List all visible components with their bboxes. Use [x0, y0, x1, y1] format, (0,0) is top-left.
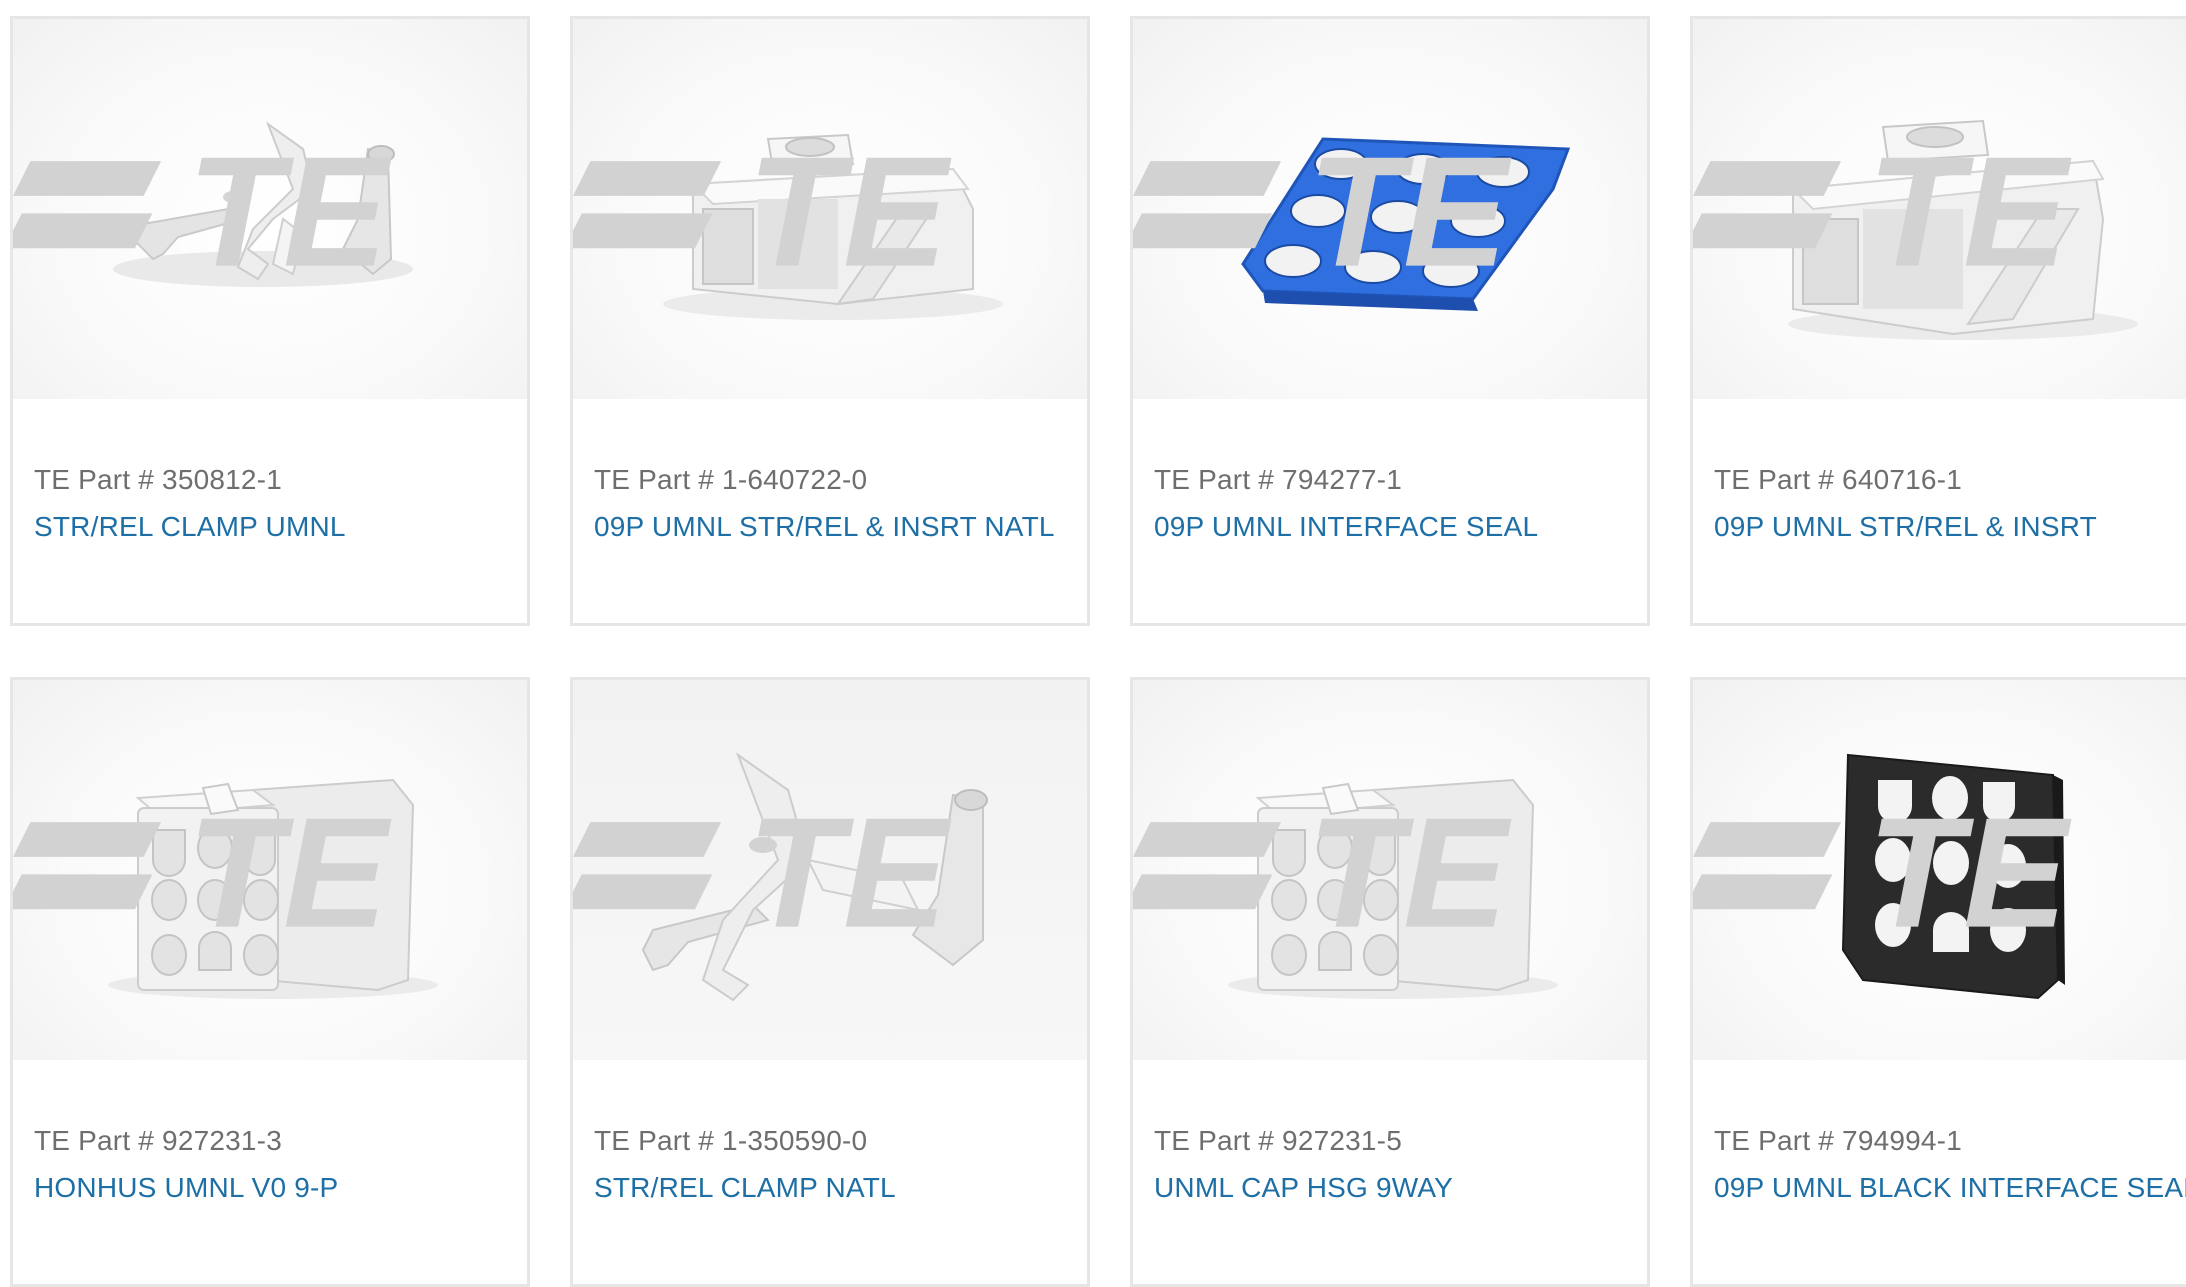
product-image[interactable]: TE — [573, 19, 1087, 399]
product-image[interactable]: TE — [13, 680, 527, 1060]
product-image[interactable]: TE — [1133, 19, 1647, 399]
product-image[interactable]: TE — [13, 19, 527, 399]
te-logo-icon: TE — [1693, 786, 2072, 961]
te-logo-icon: TE — [1133, 125, 1512, 300]
product-name-link[interactable]: 09P UMNL BLACK INTERFACE SEAL — [1714, 1172, 2186, 1204]
product-card[interactable]: TE TE Part # 927231-3 HONHUS UMNL V0 9-P — [10, 677, 530, 1287]
product-grid: TE TE Part # 350812-1 STR/REL CLAMP UMNL… — [0, 0, 2186, 1287]
product-card[interactable]: TE TE Part # 794994-1 09P UMNL BLACK INT… — [1690, 677, 2186, 1287]
te-logo-icon: TE — [573, 125, 952, 300]
product-card[interactable]: TE TE Part # 794277-1 09P UMNL INTERFACE… — [1130, 16, 1650, 626]
product-image[interactable]: TE — [573, 680, 1087, 1060]
te-logo-icon: TE — [573, 786, 952, 961]
part-number: TE Part # 927231-5 — [1154, 1125, 1402, 1156]
product-name-link[interactable]: HONHUS UMNL V0 9-P — [34, 1172, 338, 1204]
svg-text:TE: TE — [187, 125, 392, 300]
svg-text:TE: TE — [1307, 786, 1512, 961]
svg-text:TE: TE — [1307, 125, 1512, 300]
part-number: TE Part # 927231-3 — [34, 1125, 282, 1156]
product-name-link[interactable]: STR/REL CLAMP UMNL — [34, 511, 346, 543]
svg-text:TE: TE — [1867, 786, 2072, 961]
part-number: TE Part # 794994-1 — [1714, 1125, 1962, 1156]
product-name-link[interactable]: UNML CAP HSG 9WAY — [1154, 1172, 1453, 1204]
product-card[interactable]: TE TE Part # 640716-1 09P UMNL STR/REL &… — [1690, 16, 2186, 626]
te-logo-icon: TE — [1133, 786, 1512, 961]
te-logo-icon: TE — [1693, 125, 2072, 300]
te-logo-icon: TE — [13, 125, 392, 300]
part-number: TE Part # 794277-1 — [1154, 464, 1402, 495]
product-name-link[interactable]: 09P UMNL STR/REL & INSRT NATL — [594, 511, 1055, 543]
product-card[interactable]: TE TE Part # 1-640722-0 09P UMNL STR/REL… — [570, 16, 1090, 626]
product-card[interactable]: TE TE Part # 1-350590-0 STR/REL CLAMP NA… — [570, 677, 1090, 1287]
te-logo-icon: TE — [13, 786, 392, 961]
product-image[interactable]: TE — [1693, 19, 2186, 399]
part-number: TE Part # 640716-1 — [1714, 464, 1962, 495]
product-name-link[interactable]: 09P UMNL INTERFACE SEAL — [1154, 511, 1538, 543]
svg-text:TE: TE — [747, 786, 952, 961]
product-name-link[interactable]: STR/REL CLAMP NATL — [594, 1172, 896, 1204]
svg-text:TE: TE — [187, 786, 392, 961]
svg-text:TE: TE — [747, 125, 952, 300]
svg-text:TE: TE — [1867, 125, 2072, 300]
part-number: TE Part # 350812-1 — [34, 464, 282, 495]
product-name-link[interactable]: 09P UMNL STR/REL & INSRT — [1714, 511, 2097, 543]
part-number: TE Part # 1-640722-0 — [594, 464, 868, 495]
part-number: TE Part # 1-350590-0 — [594, 1125, 868, 1156]
product-image[interactable]: TE — [1693, 680, 2186, 1060]
product-card[interactable]: TE TE Part # 927231-5 UNML CAP HSG 9WAY — [1130, 677, 1650, 1287]
product-image[interactable]: TE — [1133, 680, 1647, 1060]
product-card[interactable]: TE TE Part # 350812-1 STR/REL CLAMP UMNL — [10, 16, 530, 626]
